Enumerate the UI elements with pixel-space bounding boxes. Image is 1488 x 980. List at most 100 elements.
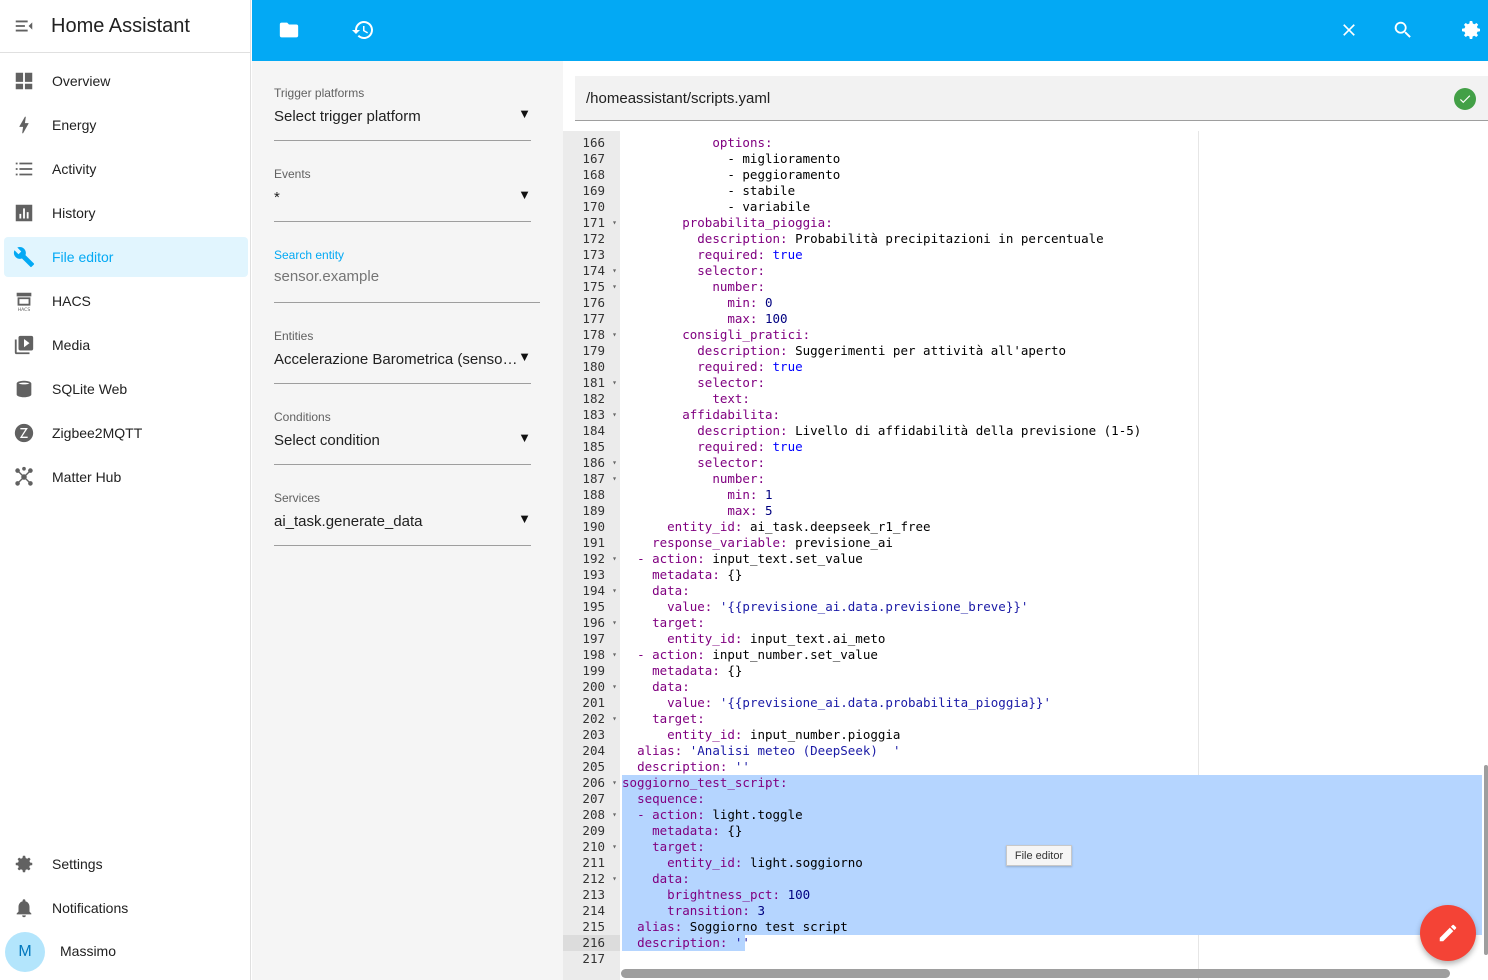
- fold-arrow-icon[interactable]: ▾: [612, 327, 617, 343]
- code-line: target:: [652, 711, 705, 726]
- sidebar-item-notifications[interactable]: Notifications: [4, 888, 248, 928]
- recent-files-button[interactable]: [343, 10, 383, 50]
- line-number-text: 201: [582, 695, 605, 710]
- sidebar-item-sqlite-web[interactable]: SQLite Web: [4, 369, 248, 409]
- line-number-text: 171: [582, 215, 605, 230]
- folder-icon: [279, 22, 299, 38]
- line-number-text: 206: [582, 775, 605, 790]
- edit-button[interactable]: [1420, 905, 1476, 961]
- sidebar-item-label: SQLite Web: [52, 381, 128, 397]
- line-number: 179: [563, 343, 620, 359]
- fold-arrow-icon[interactable]: ▾: [612, 615, 617, 631]
- line-number-text: 176: [582, 295, 605, 310]
- pencil-icon: [1439, 924, 1457, 942]
- conditions-select[interactable]: Conditions Select condition ▼: [274, 410, 531, 465]
- code-line: - action: input_text.set_value: [637, 551, 863, 566]
- line-number: 178 ▾: [563, 327, 620, 343]
- line-number-text: 173: [582, 247, 605, 262]
- field-label: Search entity: [274, 248, 345, 262]
- line-number: 198 ▾: [563, 647, 620, 663]
- sidebar-item-activity[interactable]: Activity: [4, 149, 248, 189]
- fold-arrow-icon[interactable]: ▾: [612, 279, 617, 295]
- fold-arrow-icon[interactable]: ▾: [612, 263, 617, 279]
- settings-button[interactable]: [1451, 10, 1488, 50]
- line-number: 197: [563, 631, 620, 647]
- field-label: Conditions: [274, 410, 331, 424]
- sidebar-item-label: Media: [52, 337, 91, 353]
- code-line: entity_id: input_text.ai_meto: [667, 631, 886, 646]
- fold-arrow-icon[interactable]: ▾: [612, 455, 617, 471]
- line-number: 176: [563, 295, 620, 311]
- code-line: min: 1: [727, 487, 773, 502]
- line-number-text: 177: [582, 311, 605, 326]
- line-number: 171 ▾: [563, 215, 620, 231]
- fold-arrow-icon[interactable]: ▾: [612, 871, 617, 887]
- fold-arrow-icon[interactable]: ▾: [612, 679, 617, 695]
- sidebar-item-matter-hub[interactable]: Matter Hub: [4, 457, 248, 497]
- database-icon: [4, 369, 44, 409]
- sidebar-item-file-editor[interactable]: File editor: [4, 237, 248, 277]
- fold-arrow-icon[interactable]: ▾: [612, 839, 617, 855]
- sidebar-item-history[interactable]: History: [4, 193, 248, 233]
- line-number-text: 172: [582, 231, 605, 246]
- line-number: 210 ▾: [563, 839, 620, 855]
- check-circle-icon: [1454, 88, 1476, 110]
- sidebar-item-media[interactable]: Media: [4, 325, 248, 365]
- code-line: selector:: [697, 375, 765, 390]
- menu-toggle-button[interactable]: [0, 2, 48, 50]
- fold-arrow-icon[interactable]: ▾: [612, 215, 617, 231]
- fold-arrow-icon[interactable]: ▾: [612, 551, 617, 567]
- overview-icon: [4, 61, 44, 101]
- line-number-text: 187: [582, 471, 605, 486]
- line-number: 170: [563, 199, 620, 215]
- gear-icon: [1462, 21, 1480, 39]
- sidebar-item-label: Settings: [52, 856, 103, 872]
- services-select[interactable]: Services ai_task.generate_data ▼: [274, 491, 531, 546]
- fold-arrow-icon[interactable]: ▾: [612, 583, 617, 599]
- svg-text:HACS: HACS: [18, 307, 31, 312]
- trigger-platform-select[interactable]: Trigger platforms Select trigger platfor…: [274, 86, 531, 141]
- sidebar-item-hacs[interactable]: HACS HACS: [4, 281, 248, 321]
- fold-arrow-icon[interactable]: ▾: [612, 775, 617, 791]
- sidebar-item-zigbee2mqtt[interactable]: Zigbee2MQTT: [4, 413, 248, 453]
- line-number: 201: [563, 695, 620, 711]
- line-number-text: 198: [582, 647, 605, 662]
- code-line: - stabile: [622, 183, 796, 198]
- sidebar-item-settings[interactable]: Settings: [4, 844, 248, 884]
- entities-select[interactable]: Entities Accelerazione Barometrica (sens…: [274, 329, 531, 384]
- field-label: Events: [274, 167, 311, 181]
- field-label: Trigger platforms: [274, 86, 365, 100]
- fold-arrow-icon[interactable]: ▾: [612, 407, 617, 423]
- avatar[interactable]: M: [5, 932, 45, 972]
- horizontal-scrollbar[interactable]: [621, 969, 1450, 978]
- browse-files-button[interactable]: [269, 10, 309, 50]
- fold-arrow-icon[interactable]: ▾: [612, 375, 617, 391]
- search-button[interactable]: [1383, 10, 1423, 50]
- code-line: min: 0: [727, 295, 773, 310]
- field-underline: [274, 545, 531, 546]
- close-icon: [1343, 24, 1355, 36]
- sidebar-item-energy[interactable]: Energy: [4, 105, 248, 145]
- vertical-scrollbar[interactable]: [1484, 765, 1488, 955]
- line-number: 182: [563, 391, 620, 407]
- fold-arrow-icon[interactable]: ▾: [612, 647, 617, 663]
- line-number: 215: [563, 919, 620, 935]
- code-line: max: 100: [727, 311, 788, 326]
- line-number: 202 ▾: [563, 711, 620, 727]
- search-entity-input[interactable]: [274, 268, 540, 285]
- sidebar-item-label: Matter Hub: [52, 469, 122, 485]
- fold-arrow-icon[interactable]: ▾: [612, 711, 617, 727]
- fold-arrow-icon[interactable]: ▾: [612, 471, 617, 487]
- code-line: options:: [712, 135, 773, 150]
- sidebar-item-overview[interactable]: Overview: [4, 61, 248, 101]
- events-select[interactable]: Events * ▼: [274, 167, 531, 222]
- user-name[interactable]: Massimo: [60, 943, 116, 959]
- close-file-button[interactable]: [1329, 10, 1369, 50]
- line-number-text: 174: [582, 263, 605, 278]
- file-path-bar[interactable]: /homeassistant/scripts.yaml: [575, 76, 1488, 121]
- line-number-text: 188: [582, 487, 605, 502]
- fold-arrow-icon[interactable]: ▾: [612, 807, 617, 823]
- code-line: metadata: {}: [652, 567, 743, 582]
- line-number: 212 ▾: [563, 871, 620, 887]
- line-number: 169: [563, 183, 620, 199]
